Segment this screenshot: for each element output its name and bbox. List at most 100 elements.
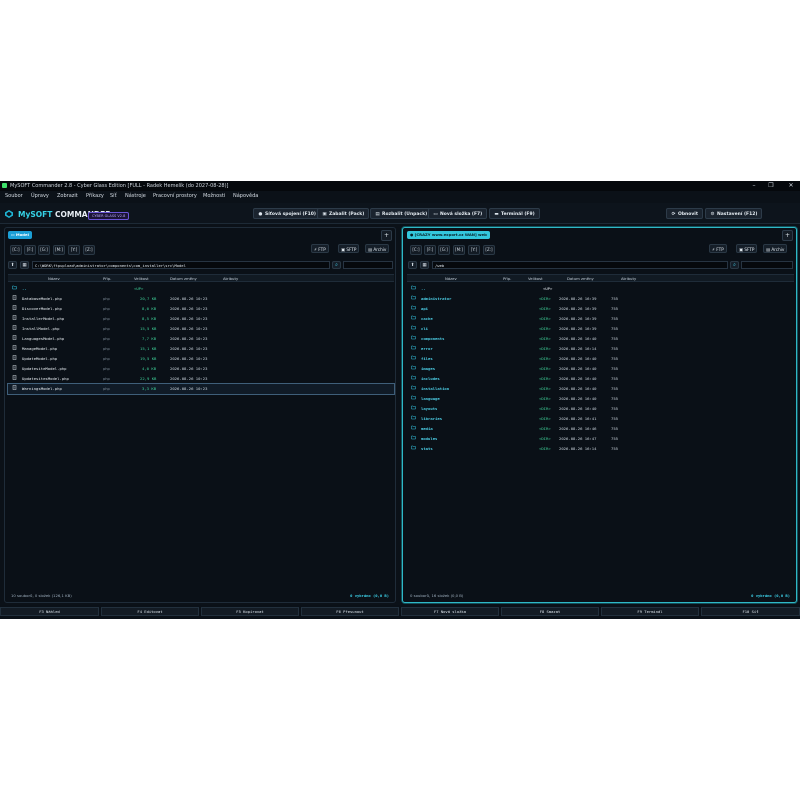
left-ftp-button[interactable]: ⚡ FTP — [311, 244, 329, 253]
list-item[interactable]: stats <DIR> 2026-08-26 16:14 755 — [407, 444, 794, 454]
list-item[interactable]: images <DIR> 2026-08-26 16:40 755 — [407, 364, 794, 374]
right-drive-f[interactable]: [F:] — [424, 245, 436, 255]
menu-upravy[interactable]: Úpravy — [31, 193, 49, 199]
menu-prikazy[interactable]: Příkazy — [86, 193, 104, 199]
table-row[interactable]: DatabaseModel.php php 20,7 KB 2026-08-26… — [8, 294, 394, 304]
right-col-attr[interactable]: Atributy — [621, 276, 636, 281]
list-item[interactable]: files <DIR> 2026-08-26 16:40 755 — [407, 354, 794, 364]
f6-move-button[interactable]: F6 Přesunout — [301, 607, 399, 616]
left-panel[interactable]: ▭ Model + [C:] [F:] [G:] [M:] [Y:] [Z:] … — [4, 227, 396, 603]
left-panel-tab[interactable]: ▭ Model — [8, 231, 32, 239]
menu-moznosti[interactable]: Možnosti — [203, 193, 225, 199]
right-up-arrow-icon[interactable]: ⬆ — [408, 261, 417, 269]
right-path-input[interactable]: /web — [432, 261, 728, 269]
left-col-attr[interactable]: Atributy — [223, 276, 238, 281]
left-col-date[interactable]: Datum změny — [170, 276, 197, 281]
menu-pracovni-prostory[interactable]: Pracovní prostory — [153, 193, 197, 199]
network-connections-button[interactable]: ● Síťová spojení (F10) — [253, 208, 321, 219]
right-col-name[interactable]: Název — [445, 276, 457, 281]
list-item[interactable]: layouts <DIR> 2026-08-26 16:40 755 — [407, 404, 794, 414]
f4-edit-button[interactable]: F4 Editovat — [101, 607, 199, 616]
f8-delete-button[interactable]: F8 Smazat — [501, 607, 599, 616]
right-drive-select-icon[interactable]: ▦ — [420, 261, 429, 269]
right-drive-c[interactable]: [C:] — [410, 245, 422, 255]
right-drive-m[interactable]: [M:] — [453, 245, 465, 255]
left-col-name[interactable]: Název — [48, 276, 60, 281]
left-archive-button[interactable]: ▤ Archiv — [365, 244, 390, 253]
table-row[interactable]: UpdatesitesModel.php php 22,9 KB 2026-08… — [8, 374, 394, 384]
right-search-input[interactable] — [741, 261, 793, 269]
right-up-row[interactable]: .. <UP> — [407, 284, 794, 294]
right-panel[interactable]: ● [CRAZY www.export.cz WAN] web + [C:] [… — [402, 227, 797, 603]
f10-network-button[interactable]: F10 Síť — [701, 607, 800, 616]
table-row[interactable]: InstallModel.php php 15,5 KB 2026-08-26 … — [8, 324, 394, 334]
list-item[interactable]: modules <DIR> 2026-08-26 16:47 755 — [407, 434, 794, 444]
new-folder-button[interactable]: ▭ Nová složka (F7) — [428, 208, 488, 219]
left-path-input[interactable]: C:\WORK\ftpupload\administrator\componen… — [32, 261, 330, 269]
close-button[interactable]: ✕ — [785, 182, 797, 190]
left-drive-f[interactable]: [F:] — [24, 245, 36, 255]
table-row[interactable]: DiscoverModel.php php 8,0 KB 2026-08-26 … — [8, 304, 394, 314]
list-item[interactable]: installation <DIR> 2026-08-26 16:40 755 — [407, 384, 794, 394]
left-col-size[interactable]: Velikost — [134, 276, 149, 281]
right-add-tab-button[interactable]: + — [782, 230, 793, 241]
list-item[interactable]: api <DIR> 2026-08-26 16:39 755 — [407, 304, 794, 314]
left-drive-select-icon[interactable]: ▦ — [20, 261, 29, 269]
right-archive-button[interactable]: ▤ Archiv — [763, 244, 788, 253]
left-col-ext[interactable]: Přip. — [103, 276, 111, 281]
table-row[interactable]: LanguagesModel.php php 7,7 KB 2026-08-26… — [8, 334, 394, 344]
list-item[interactable]: components <DIR> 2026-08-26 16:40 755 — [407, 334, 794, 344]
menu-nastroje[interactable]: Nástroje — [125, 193, 146, 199]
list-item[interactable]: language <DIR> 2026-08-26 16:40 755 — [407, 394, 794, 404]
list-item[interactable]: cache <DIR> 2026-08-26 16:39 755 — [407, 314, 794, 324]
right-col-ext[interactable]: Přip. — [503, 276, 511, 281]
list-item[interactable]: error <DIR> 2026-08-26 16:14 755 — [407, 344, 794, 354]
f9-terminal-button[interactable]: F9 Terminál — [601, 607, 699, 616]
left-drive-z[interactable]: [Z:] — [83, 245, 95, 255]
list-item[interactable]: administrator <DIR> 2026-08-26 16:39 755 — [407, 294, 794, 304]
f5-copy-button[interactable]: F5 Kopírovat — [201, 607, 299, 616]
right-col-date[interactable]: Datum změny — [567, 276, 594, 281]
f7-new-folder-button[interactable]: F7 Nová složka — [401, 607, 499, 616]
maximize-button[interactable]: ❐ — [765, 182, 777, 190]
menu-zobrazit[interactable]: Zobrazit — [57, 193, 78, 199]
menu-soubor[interactable]: Soubor — [5, 193, 23, 199]
list-item[interactable]: cli <DIR> 2026-08-26 16:39 755 — [407, 324, 794, 334]
table-row[interactable]: UpdateModel.php php 19,5 KB 2026-08-26 1… — [8, 354, 394, 364]
table-row[interactable]: InstallerModel.php php 8,5 KB 2026-08-26… — [8, 314, 394, 324]
left-up-row[interactable]: .. <UP> — [8, 284, 394, 294]
unpack-button[interactable]: ▤ Rozbalit (Unpack) — [370, 208, 433, 219]
f3-view-button[interactable]: F3 Náhled — [0, 607, 99, 616]
left-drive-g[interactable]: [G:] — [38, 245, 50, 255]
right-col-size[interactable]: Velikost — [528, 276, 543, 281]
settings-button[interactable]: ⚙ Nastavení (F12) — [705, 208, 763, 219]
list-item[interactable]: includes <DIR> 2026-08-26 16:40 755 — [407, 374, 794, 384]
menu-sit[interactable]: Síť — [110, 193, 117, 199]
right-drive-y[interactable]: [Y:] — [468, 245, 480, 255]
terminal-button[interactable]: ▬ Terminál (F9) — [489, 208, 540, 219]
right-ftp-button[interactable]: ⚡ FTP — [709, 244, 727, 253]
left-drive-y[interactable]: [Y:] — [68, 245, 80, 255]
left-search-input[interactable] — [343, 261, 393, 269]
folder-date: 2026-08-26 16:14 — [559, 346, 597, 351]
right-sftp-button[interactable]: ▣ SFTP — [736, 244, 758, 253]
right-drive-g[interactable]: [G:] — [438, 245, 450, 255]
right-panel-tab[interactable]: ● [CRAZY www.export.cz WAN] web — [407, 231, 490, 239]
left-up-arrow-icon[interactable]: ⬆ — [8, 261, 17, 269]
table-row[interactable]: ManageModel.php php 15,1 KB 2026-08-26 1… — [8, 344, 394, 354]
list-item[interactable]: libraries <DIR> 2026-08-26 16:41 755 — [407, 414, 794, 424]
pack-button[interactable]: ▣ Zabalit (Pack) — [317, 208, 370, 219]
left-drive-c[interactable]: [C:] — [10, 245, 22, 255]
table-row-selected[interactable]: WarningsModel.php php 3,3 KB 2026-08-26 … — [7, 383, 395, 395]
list-item[interactable]: media <DIR> 2026-08-26 16:46 755 — [407, 424, 794, 434]
minimize-button[interactable]: – — [748, 182, 760, 190]
right-drive-z[interactable]: [Z:] — [483, 245, 495, 255]
left-sftp-button[interactable]: ▣ SFTP — [338, 244, 360, 253]
left-add-tab-button[interactable]: + — [381, 230, 392, 241]
right-search-icon[interactable]: ⌕ — [730, 261, 739, 269]
table-row[interactable]: UpdatesiteModel.php php 4,0 KB 2026-08-2… — [8, 364, 394, 374]
refresh-button[interactable]: ⟳ Obnovit — [666, 208, 703, 219]
left-search-icon[interactable]: ⌕ — [332, 261, 341, 269]
menu-napoveda[interactable]: Nápověda — [233, 193, 258, 199]
left-drive-m[interactable]: [M:] — [53, 245, 65, 255]
